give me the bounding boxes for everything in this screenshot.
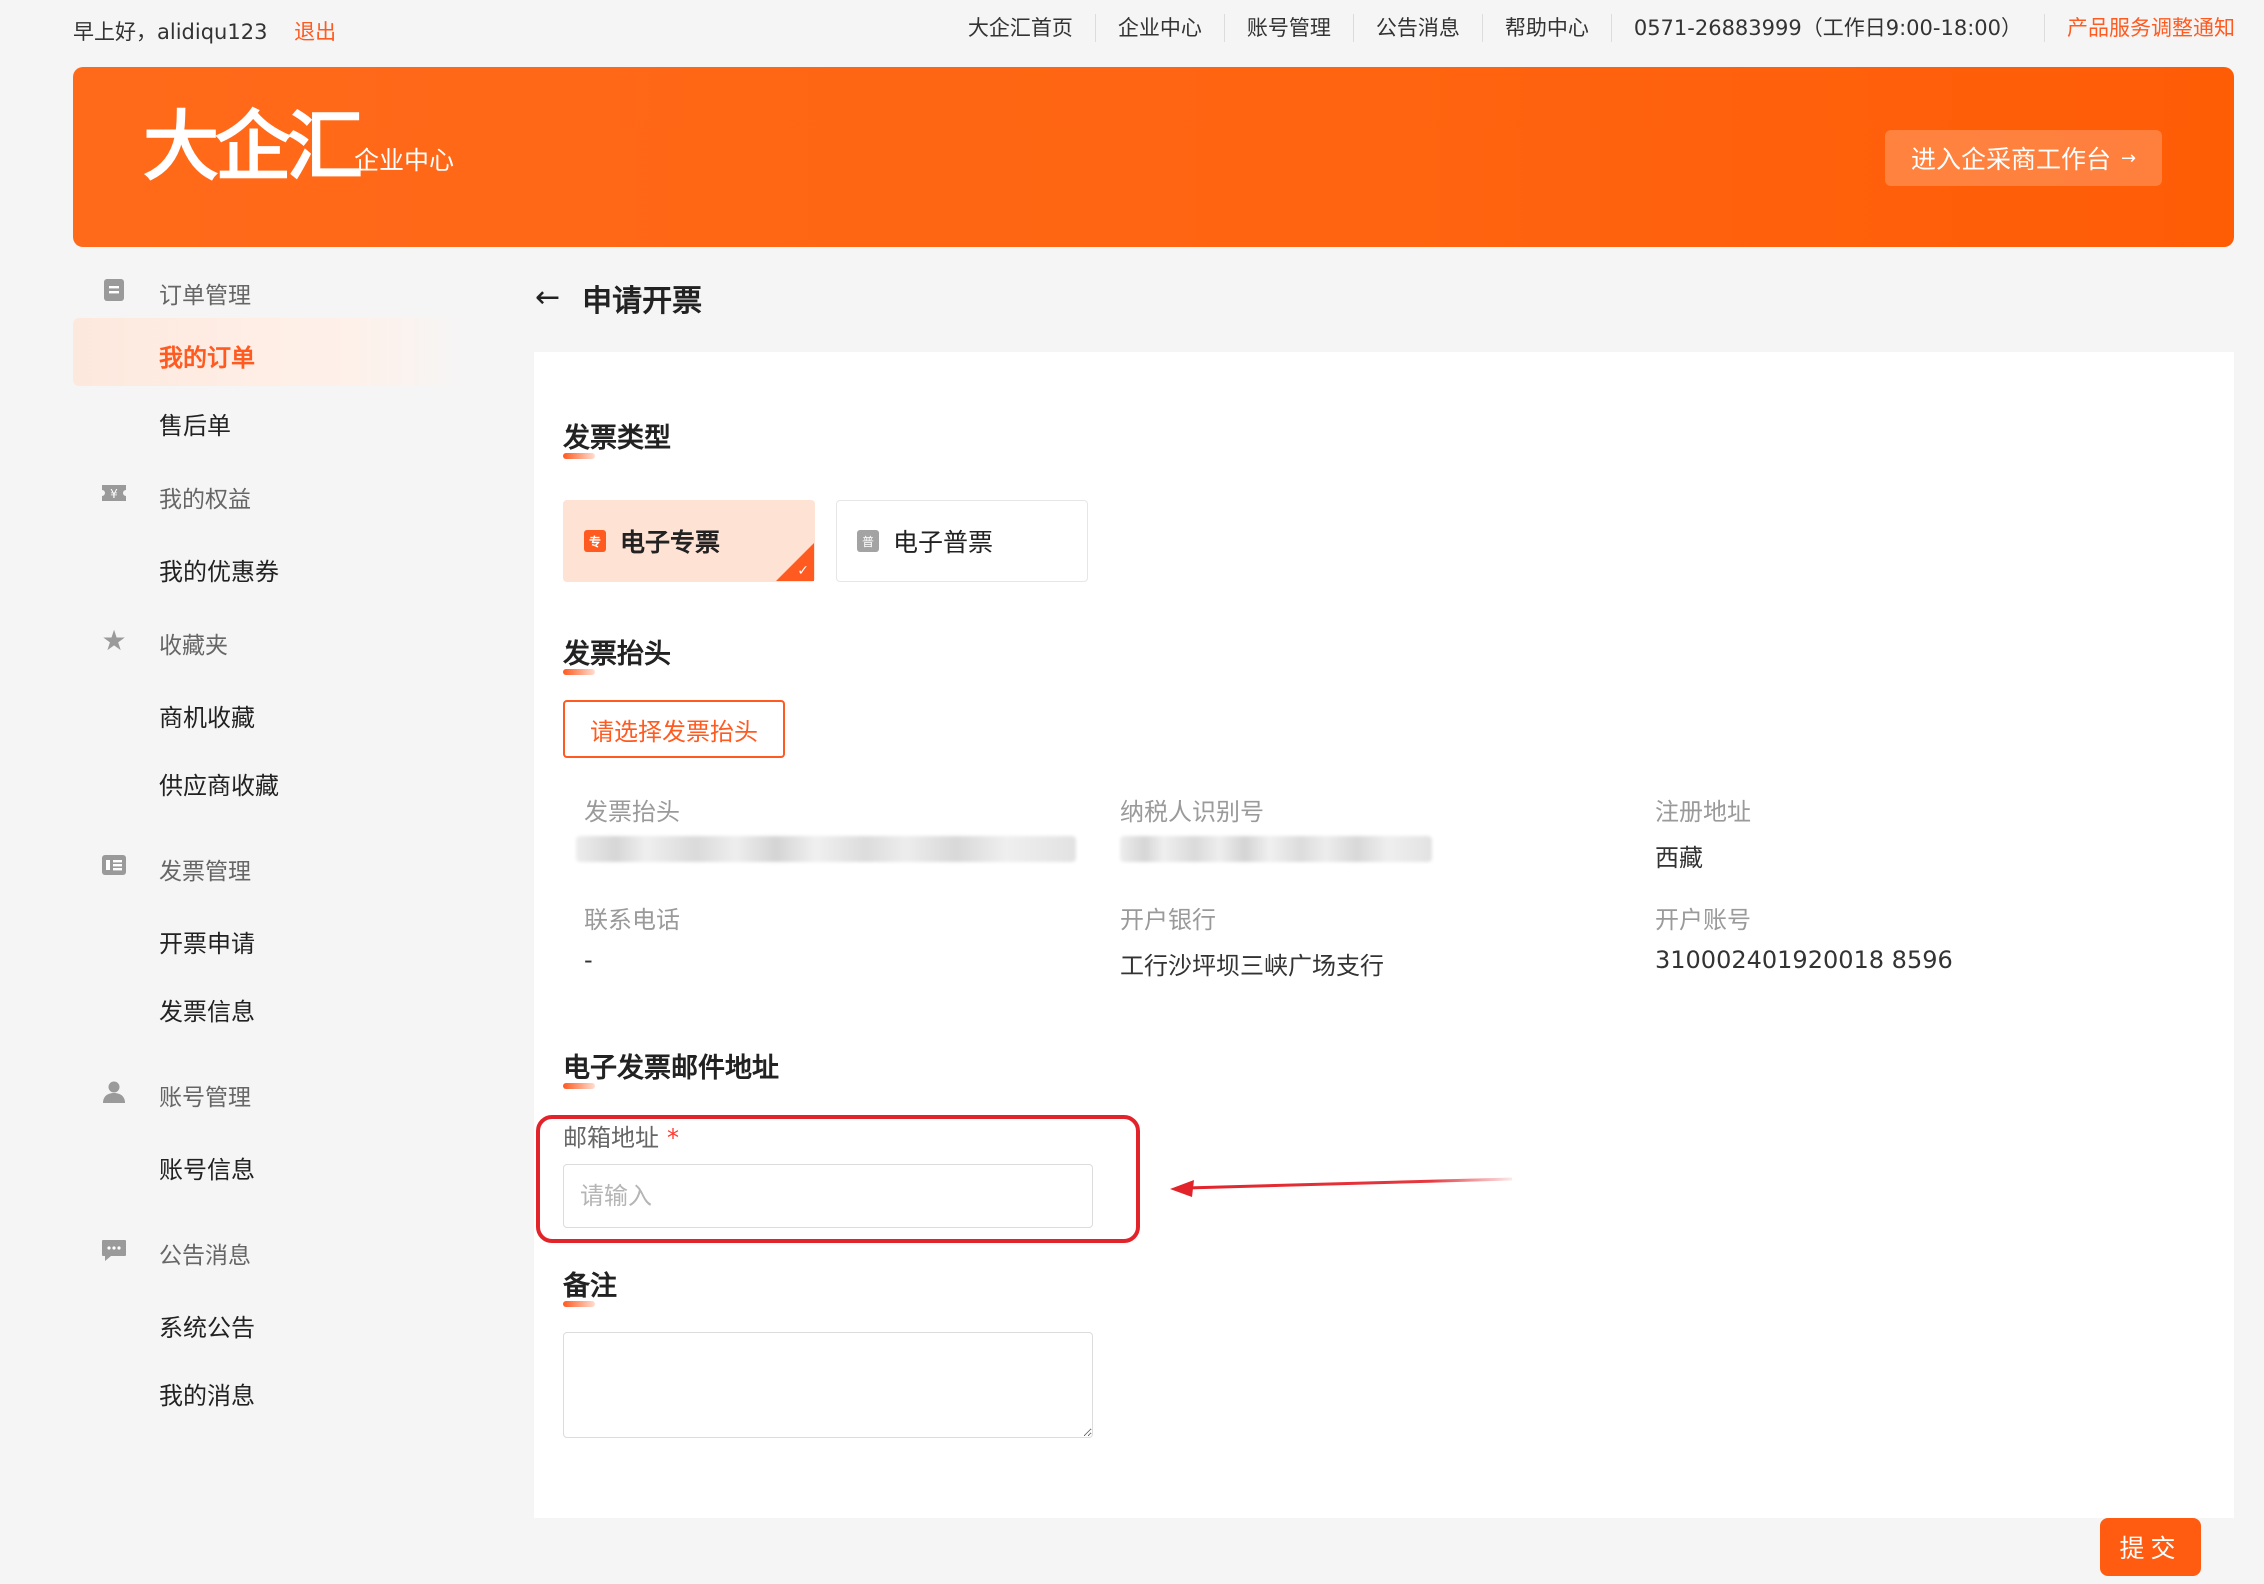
greeting-text: 早上好，alidiqu123 (73, 20, 268, 44)
brand-logo[interactable]: 大企汇 (143, 109, 363, 185)
sidebar-group-account: 账号管理 (73, 1064, 473, 1120)
top-nav: 大企汇首页 企业中心 账号管理 公告消息 帮助中心 0571-26883999（… (946, 14, 2235, 42)
general-invoice-badge-icon: 普 (857, 530, 879, 552)
invoice-type-label: 电子普票 (893, 528, 994, 557)
phone-value: - (584, 946, 593, 974)
remark-textarea[interactable] (563, 1332, 1093, 1438)
nav-account-link[interactable]: 账号管理 (1225, 14, 1354, 42)
nav-help-link[interactable]: 帮助中心 (1483, 14, 1612, 42)
sidebar-group-orders: 订单管理 (73, 262, 473, 318)
bank-value: 工行沙坪坝三峡广场支行 (1120, 952, 1384, 980)
choose-invoice-header-button[interactable]: 请选择发票抬头 (563, 700, 785, 758)
field-label-registered-address: 注册地址 (1655, 798, 1751, 826)
field-label-account-number: 开户账号 (1655, 906, 1751, 934)
sidebar-item-invoice-info[interactable]: 发票信息 (73, 972, 473, 1040)
sidebar-group-favorites: ★ 收藏夹 (73, 612, 473, 668)
banner-subtitle: 企业中心 (354, 146, 455, 175)
sidebar-item-opportunity-favorites[interactable]: 商机收藏 (73, 678, 473, 746)
remark-section-title: 备注 (563, 1264, 617, 1307)
taxpayer-id-value-blurred (1120, 836, 1432, 862)
sidebar-group-messages: 公告消息 (73, 1222, 473, 1278)
invoice-type-option-special[interactable]: 专 电子专票 ✓ (563, 500, 815, 582)
sidebar-item-label: 我的优惠券 (159, 558, 279, 586)
sidebar-item-label: 系统公告 (159, 1314, 255, 1342)
top-bar: 早上好，alidiqu123 退出 大企汇首页 企业中心 账号管理 公告消息 帮… (0, 0, 2264, 58)
sidebar-item-supplier-favorites[interactable]: 供应商收藏 (73, 746, 473, 814)
logout-link[interactable]: 退出 (294, 20, 336, 44)
page-title: 申请开票 (582, 284, 703, 319)
sidebar-group-label: 我的权益 (159, 487, 251, 513)
sidebar-item-after-sales[interactable]: 售后单 (73, 386, 473, 454)
sidebar-group-label: 公告消息 (159, 1243, 251, 1269)
coupon-icon: ¥ (101, 482, 127, 508)
field-label-bank: 开户银行 (1120, 906, 1216, 934)
sidebar-item-label: 售后单 (159, 412, 231, 440)
sidebar-group-label: 账号管理 (159, 1085, 251, 1111)
star-icon: ★ (101, 624, 127, 657)
sidebar-item-my-orders[interactable]: 我的订单 (73, 318, 473, 386)
document-icon (101, 278, 127, 304)
account-number-value: 310002401920018 8596 (1655, 946, 1953, 974)
sidebar: 订单管理 我的订单 售后单 ¥ 我的权益 我的优惠券 ★ 收藏夹 商机收藏 供应… (73, 262, 473, 1424)
back-arrow-icon[interactable]: ← (535, 283, 560, 313)
sidebar-group-invoices: 发票管理 (73, 838, 473, 894)
sidebar-item-my-coupons[interactable]: 我的优惠券 (73, 532, 473, 600)
header-banner: 大企汇 企业中心 进入企采商工作台 → (73, 67, 2234, 247)
invoice-header-title: 发票抬头 (563, 632, 671, 675)
special-invoice-badge-icon: 专 (584, 530, 606, 552)
sidebar-item-system-announcement[interactable]: 系统公告 (73, 1288, 473, 1356)
sidebar-item-label: 商机收藏 (159, 704, 255, 732)
sidebar-item-label: 开票申请 (159, 930, 255, 958)
email-section-title: 电子发票邮件地址 (563, 1046, 779, 1089)
nav-announcement-link[interactable]: 公告消息 (1354, 14, 1483, 42)
sidebar-group-label: 发票管理 (159, 859, 251, 885)
sidebar-item-label: 供应商收藏 (159, 772, 279, 800)
page-header: ← 申请开票 (535, 276, 702, 320)
arrow-right-icon: → (2120, 147, 2137, 169)
coupon-glyph: ¥ (110, 487, 118, 501)
sidebar-item-account-info[interactable]: 账号信息 (73, 1130, 473, 1198)
field-label-phone: 联系电话 (584, 906, 680, 934)
sidebar-group-label: 收藏夹 (159, 633, 228, 659)
submit-button[interactable]: 提交 (2100, 1518, 2201, 1576)
message-icon (101, 1238, 127, 1264)
sidebar-item-my-messages[interactable]: 我的消息 (73, 1356, 473, 1424)
user-icon (101, 1080, 127, 1106)
hotline: 0571-26883999（工作日9:00-18:00） (1612, 14, 2045, 42)
sidebar-item-label: 我的订单 (159, 344, 255, 372)
workbench-label: 进入企采商工作台 (1910, 145, 2111, 174)
service-notice-link[interactable]: 产品服务调整通知 (2045, 14, 2235, 42)
sidebar-group-label: 订单管理 (159, 283, 251, 309)
field-label-invoice-header: 发票抬头 (584, 798, 680, 826)
sidebar-item-label: 账号信息 (159, 1156, 255, 1184)
invoice-form-card: 发票类型 专 电子专票 ✓ 普 电子普票 发票抬头 请选择发票抬头 发票抬头 纳… (534, 352, 2234, 1518)
invoice-type-title: 发票类型 (563, 416, 671, 459)
sidebar-item-invoice-apply[interactable]: 开票申请 (73, 904, 473, 972)
invoice-icon (101, 854, 127, 880)
enter-workbench-button[interactable]: 进入企采商工作台 → (1885, 130, 2162, 186)
greeting: 早上好，alidiqu123 退出 (73, 16, 336, 46)
sidebar-item-label: 发票信息 (159, 998, 255, 1026)
nav-enterprise-center-link[interactable]: 企业中心 (1096, 14, 1225, 42)
invoice-type-label: 电子专票 (620, 528, 721, 557)
check-icon: ✓ (797, 563, 809, 579)
sidebar-item-label: 我的消息 (159, 1382, 255, 1410)
invoice-header-value-blurred (576, 836, 1076, 862)
sidebar-group-benefits: ¥ 我的权益 (73, 466, 473, 522)
nav-home-link[interactable]: 大企汇首页 (946, 14, 1096, 42)
annotation-highlight-box (536, 1115, 1140, 1243)
field-label-taxpayer-id: 纳税人识别号 (1120, 798, 1264, 826)
registered-address-value: 西藏 (1655, 844, 1703, 872)
annotation-arrow-icon (1170, 1177, 1513, 1197)
invoice-type-option-general[interactable]: 普 电子普票 (836, 500, 1088, 582)
